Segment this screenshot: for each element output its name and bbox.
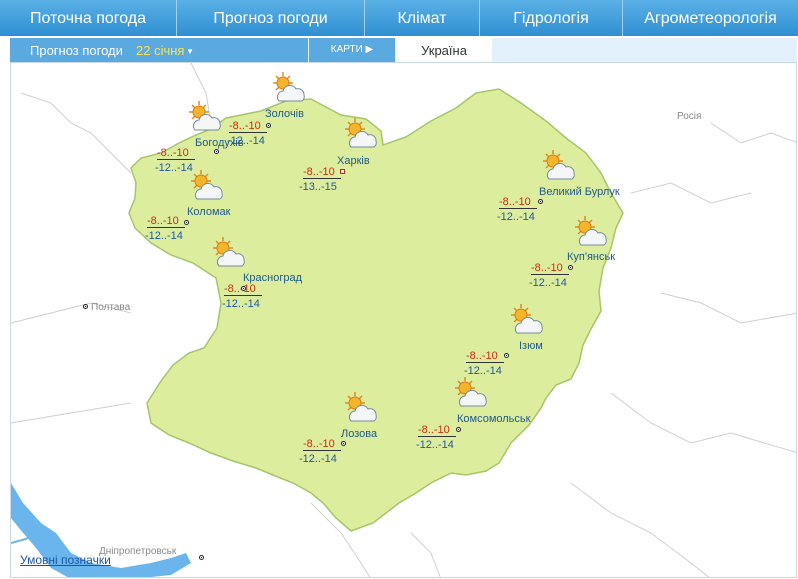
- partly-cloudy-icon[interactable]: [451, 376, 491, 412]
- temp-night-kupiansk: -12..-14: [529, 277, 567, 289]
- tab-agrometeorology[interactable]: Агрометеорологія: [623, 0, 798, 36]
- city-label-poltava: Полтава: [91, 302, 131, 313]
- city-label-zolochiv: Золочів: [265, 108, 304, 120]
- temp-day-kharkiv: -8..-10: [303, 166, 341, 179]
- temp-night-lozova: -12..-14: [299, 453, 337, 465]
- maps-button[interactable]: КАРТИ ▶: [309, 38, 395, 62]
- city-label-kharkiv: Харків: [337, 155, 370, 167]
- city-marker-kharkiv[interactable]: [340, 169, 345, 174]
- sub-nav: Прогноз погоди 22 січня ▼ КАРТИ ▶ Україн…: [10, 38, 797, 62]
- temp-night-station: -12..-14: [227, 135, 265, 147]
- temp-night-komsomolsk: -12..-14: [416, 439, 454, 451]
- tab-forecast[interactable]: Прогноз погоди: [177, 0, 365, 36]
- temp-day-velykyi-burluk: -8..-10: [499, 196, 537, 209]
- city-label-izium: Ізюм: [519, 340, 543, 352]
- weather-map: Росія Полтава Дніпропетровськ Золочів -8…: [10, 62, 797, 578]
- legend-link[interactable]: Умовні позначки: [20, 553, 111, 567]
- partly-cloudy-icon[interactable]: [341, 117, 381, 153]
- partly-cloudy-icon[interactable]: [539, 149, 579, 185]
- tab-climate[interactable]: Клімат: [365, 0, 480, 36]
- partly-cloudy-icon[interactable]: [187, 169, 227, 205]
- city-marker-izium[interactable]: [504, 353, 509, 358]
- partly-cloudy-icon[interactable]: [507, 303, 547, 339]
- city-label-velykyi-burluk: Великий Бурлук: [539, 186, 620, 198]
- tab-hydrology[interactable]: Гідрологія: [480, 0, 623, 36]
- partly-cloudy-icon[interactable]: [269, 71, 309, 107]
- partly-cloudy-icon[interactable]: [571, 215, 611, 251]
- city-marker-velykyi-burluk[interactable]: [538, 199, 543, 204]
- city-label-kupiansk: Куп'янськ: [567, 251, 616, 263]
- partly-cloudy-icon[interactable]: [341, 391, 381, 427]
- city-marker-krasnohrad[interactable]: [241, 286, 246, 291]
- temp-day-kupiansk: -8..-10: [531, 262, 569, 275]
- city-marker-lozova[interactable]: [341, 441, 346, 446]
- temp-night-kolomak: -12..-14: [145, 230, 183, 242]
- temp-day-lozova: -8..-10: [303, 438, 341, 451]
- temp-night-krasnohrad: -12..-14: [222, 298, 260, 310]
- maps-label: КАРТИ: [330, 44, 363, 55]
- city-label-kolomak: Коломак: [187, 206, 231, 218]
- city-marker-bohodukhiv[interactable]: [214, 149, 219, 154]
- temp-night-izium: -12..-14: [464, 365, 502, 377]
- temp-day-station: -8..-10: [229, 120, 267, 133]
- city-marker-poltava: [83, 304, 88, 309]
- temp-night-bohodukhiv: -12..-14: [155, 162, 193, 174]
- partly-cloudy-icon[interactable]: [209, 236, 249, 272]
- city-marker-komsomolsk[interactable]: [456, 427, 461, 432]
- city-label-komsomolsk: Комсомольськ: [457, 413, 531, 425]
- tab-current-weather[interactable]: Поточна погода: [0, 0, 177, 36]
- date-dropdown[interactable]: 22 січня: [136, 38, 184, 64]
- temp-day-komsomolsk: -8..-10: [418, 424, 456, 437]
- forecast-date-selector[interactable]: Прогноз погоди 22 січня ▼: [10, 38, 308, 62]
- temp-night-velykyi-burluk: -12..-14: [497, 211, 535, 223]
- country-label-russia: Росія: [677, 111, 702, 122]
- partly-cloudy-icon[interactable]: [185, 100, 225, 136]
- forecast-label: Прогноз погоди: [30, 43, 123, 58]
- map-canvas: [11, 63, 796, 577]
- temp-night-kharkiv: -13..-15: [299, 181, 337, 193]
- city-marker-kupiansk[interactable]: [568, 265, 573, 270]
- country-tab[interactable]: Україна: [396, 38, 492, 62]
- city-marker-kolomak[interactable]: [184, 220, 189, 225]
- temp-day-kolomak: -8..-10: [147, 215, 185, 228]
- triangle-right-icon: ▶: [362, 44, 374, 55]
- temp-day-bohodukhiv: -8..-10: [157, 147, 195, 160]
- temp-day-izium: -8..-10: [466, 350, 504, 363]
- city-label-lozova: Лозова: [341, 428, 378, 440]
- city-marker-dnipro: [199, 555, 204, 560]
- main-nav: Поточна погода Прогноз погоди Клімат Гід…: [0, 0, 798, 36]
- city-label-krasnohrad: Красноград: [243, 272, 303, 284]
- sub-nav-filler: [493, 38, 797, 62]
